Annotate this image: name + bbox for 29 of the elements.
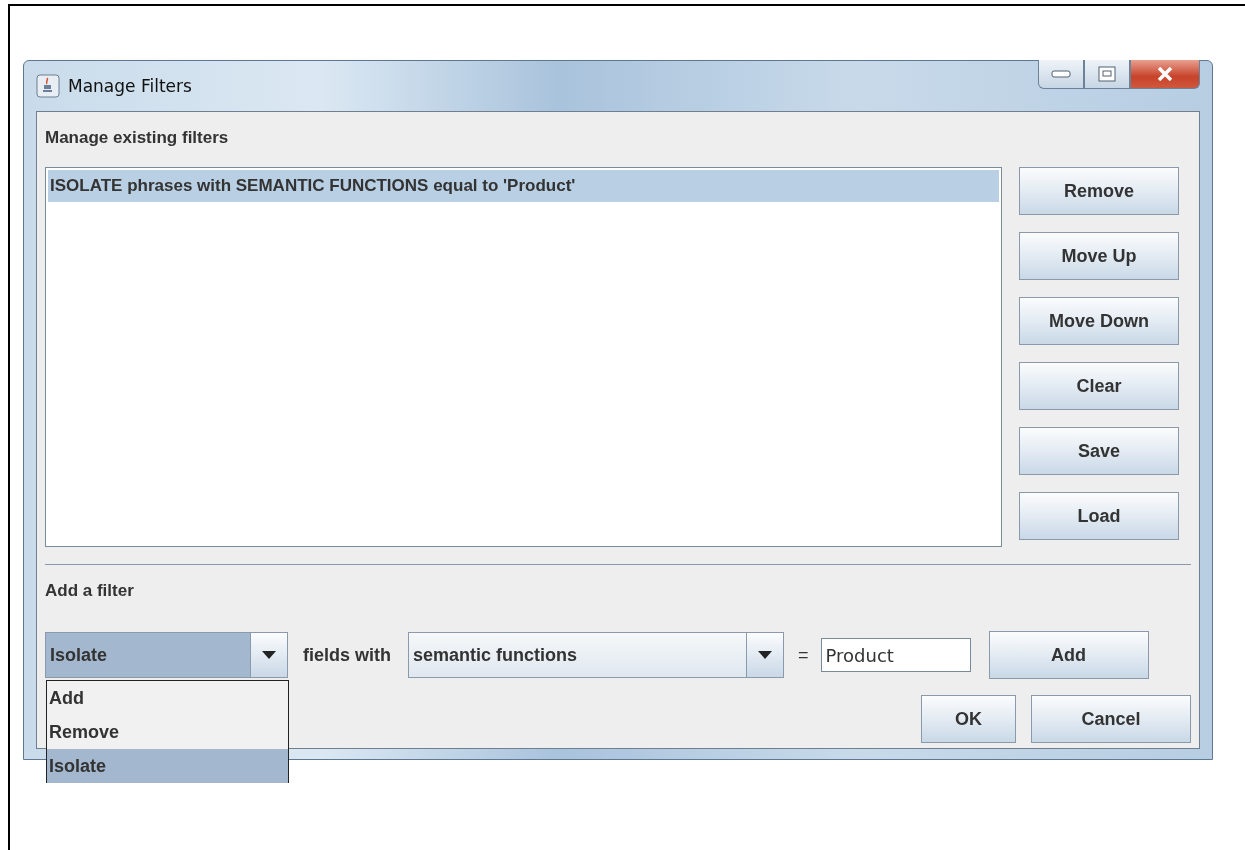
filter-item[interactable]: ISOLATE phrases with SEMANTIC FUNCTIONS equal to 'Product': [48, 170, 999, 202]
field-dropdown[interactable]: semantic functions: [408, 632, 784, 678]
caret-icon: [262, 651, 276, 659]
maximize-icon: [1098, 66, 1116, 82]
section-heading: Manage existing filters: [45, 127, 230, 149]
ok-button[interactable]: OK: [921, 695, 1016, 743]
dropdown-option[interactable]: Add: [47, 681, 288, 715]
value-input[interactable]: Product: [820, 638, 971, 672]
action-button[interactable]: Move Up: [1019, 232, 1179, 280]
dropdown-option[interactable]: Remove: [47, 715, 288, 749]
cancel-button[interactable]: Cancel: [1031, 695, 1191, 743]
action-button[interactable]: Move Down: [1019, 297, 1179, 345]
minimize-button[interactable]: [1038, 60, 1084, 89]
dropdown-option[interactable]: Isolate: [47, 749, 288, 783]
action-button[interactable]: Save: [1019, 427, 1179, 475]
close-icon: [1157, 67, 1173, 81]
java-cup-icon: [36, 74, 60, 98]
action-button[interactable]: Clear: [1019, 362, 1179, 410]
minimize-icon: [1051, 70, 1071, 78]
window-title: Manage Filters: [68, 76, 192, 96]
section-heading: Add a filter: [45, 580, 135, 602]
close-button[interactable]: [1130, 60, 1200, 89]
equals-sign: =: [798, 644, 809, 666]
caret-icon: [758, 651, 772, 659]
action-button[interactable]: Remove: [1019, 167, 1179, 215]
add-button[interactable]: Add: [988, 631, 1149, 679]
action-button[interactable]: Load: [1019, 492, 1179, 540]
fields-label: fields with: [303, 644, 391, 666]
maximize-button[interactable]: [1084, 60, 1130, 89]
